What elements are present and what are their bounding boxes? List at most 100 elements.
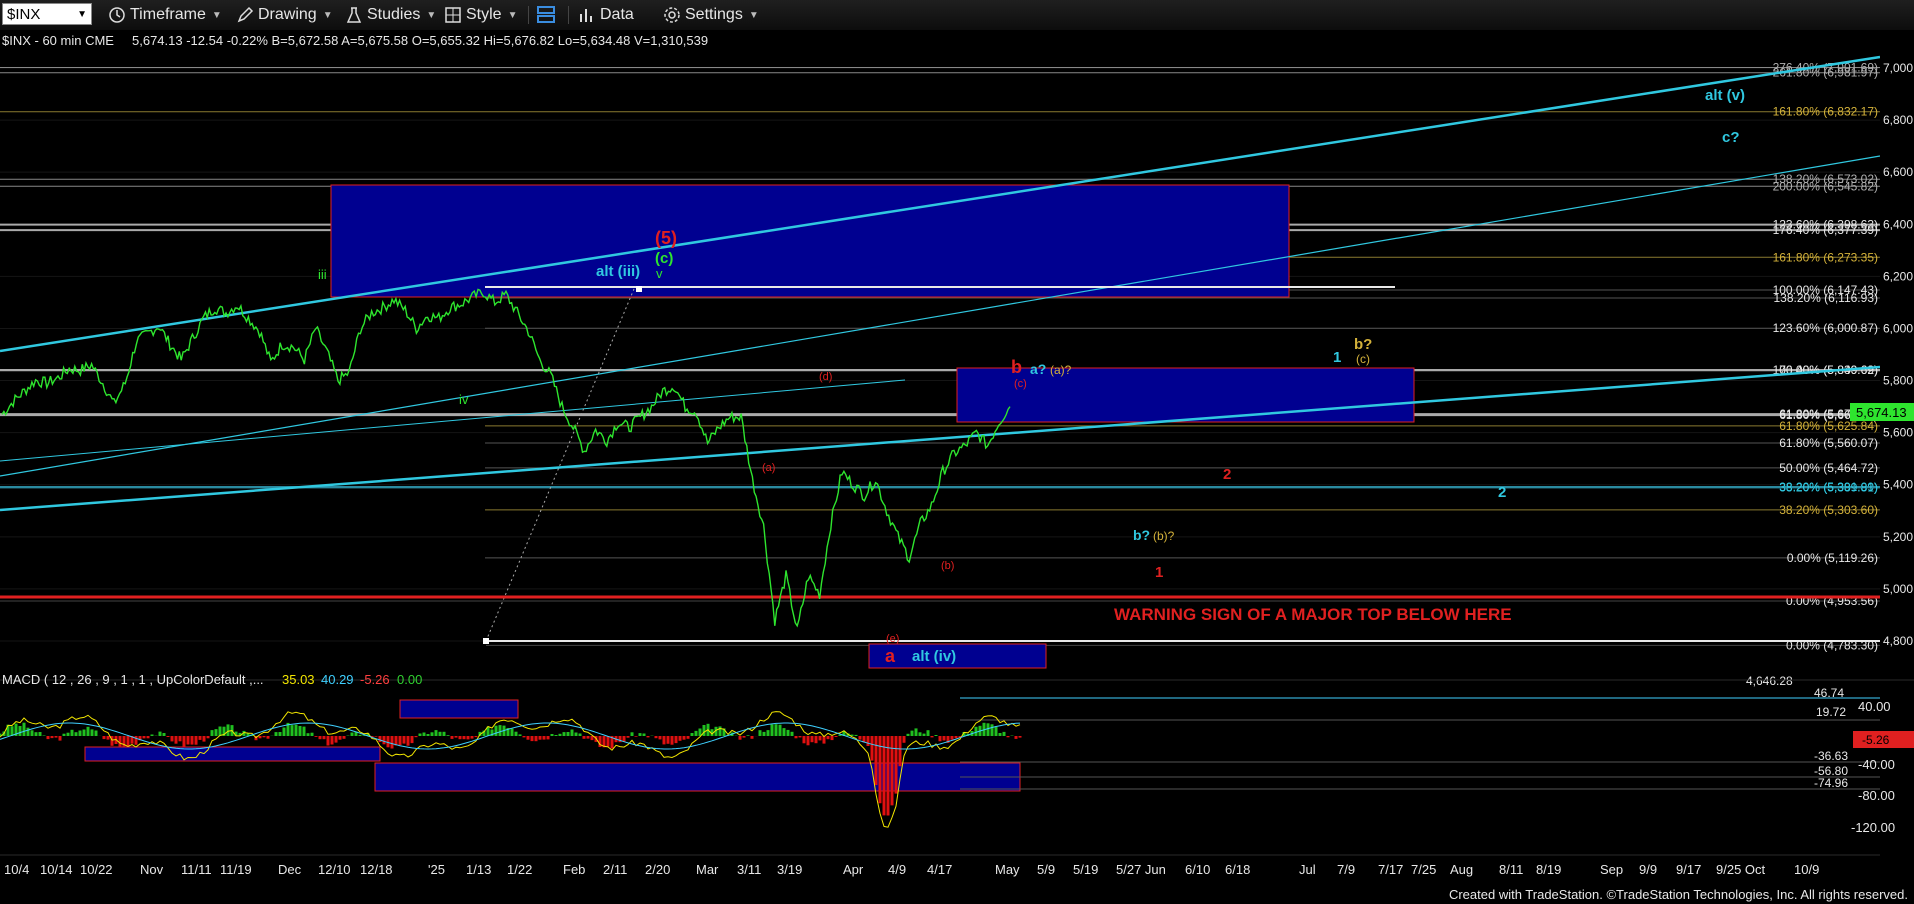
x-tick-label: Mar <box>696 862 719 877</box>
last-price-label: 5,674.13 <box>1856 405 1907 420</box>
x-tick-label: Feb <box>563 862 585 877</box>
settings-menu[interactable]: Settings ▼ <box>663 4 759 26</box>
x-tick-label: 11/19 <box>220 862 252 877</box>
timeframe-label: Timeframe <box>130 6 206 23</box>
price-axis <box>1880 30 1914 880</box>
macd-label: MACD ( 12 , 26 , 9 , 1 , 1 , UpColorDefa… <box>2 672 264 687</box>
x-tick-label: 4/17 <box>927 862 952 877</box>
macd-axis-label: -40.00 <box>1858 757 1895 772</box>
price-chart[interactable]: 276.40% (7,001.69)261.80% (6,981.97)161.… <box>0 30 1914 904</box>
x-tick-label: May <box>995 862 1020 877</box>
timeframe-menu[interactable]: Timeframe ▼ <box>108 4 222 26</box>
chevron-down-icon: ▼ <box>322 9 333 21</box>
symbol-input[interactable]: $INX ▼ <box>2 3 92 25</box>
chevron-down-icon: ▼ <box>426 9 437 21</box>
line-anchor[interactable] <box>636 286 642 292</box>
wave-label: b <box>1011 357 1022 377</box>
x-tick-label: 5/19 <box>1073 862 1098 877</box>
wave-label: (5) <box>655 228 677 248</box>
wave-label: (b)? <box>1153 529 1175 543</box>
y-tick-label: 4,800.00 <box>1883 634 1914 648</box>
x-tick-label: 10/9 <box>1794 862 1819 877</box>
style-menu[interactable]: Style ▼ <box>444 4 517 26</box>
wave-label: alt (iii) <box>596 263 640 280</box>
y-tick-label: 6,000.00 <box>1883 321 1914 335</box>
macd-axis-label: 40.00 <box>1858 699 1891 714</box>
y-tick-label: 6,600.00 <box>1883 165 1914 179</box>
wave-label: (c) <box>1014 378 1027 390</box>
wave-label: v <box>656 266 663 281</box>
macd-box-2 <box>84 746 381 762</box>
x-tick-label: 10/22 <box>80 862 113 877</box>
pencil-icon <box>237 6 254 23</box>
gear-icon <box>664 7 680 23</box>
x-tick-label: 9/25 Oct <box>1716 862 1766 877</box>
macd-axis-label: -120.00 <box>1851 820 1895 835</box>
x-tick-label: 12/18 <box>360 862 393 877</box>
x-tick-label: '25 <box>428 862 445 877</box>
fib-label: 138.20% (6,116.93) <box>1773 291 1878 305</box>
wave-label: a? <box>1030 361 1046 377</box>
x-tick-label: 3/19 <box>777 862 802 877</box>
wave-label: a <box>885 646 896 666</box>
x-tick-label: Dec <box>278 862 302 877</box>
wave-label: (e) <box>886 633 899 645</box>
macd-zero-value: 0.00 <box>397 672 422 687</box>
target-box-upper <box>330 184 1290 298</box>
data-menu[interactable]: Data <box>578 4 634 26</box>
x-tick-label: 7/9 <box>1337 862 1355 877</box>
wave-label: 2 <box>1498 484 1506 501</box>
macd-diff-value: -5.26 <box>360 672 390 687</box>
macd-signal-value: 40.29 <box>321 672 354 687</box>
wave-label: 2 <box>1223 466 1231 483</box>
x-tick-label: Aug <box>1450 862 1473 877</box>
x-tick-label: 7/17 <box>1378 862 1403 877</box>
macd-level-label: -74.96 <box>1814 776 1848 790</box>
data-label: Data <box>600 6 634 23</box>
wave-label: c? <box>1722 129 1740 146</box>
y-tick-label: 5,400.00 <box>1883 478 1914 492</box>
wave-label: (a) <box>762 462 775 474</box>
y-tick-label: 5,200.00 <box>1883 530 1914 544</box>
wave-label: 1 <box>1155 564 1163 581</box>
line-anchor[interactable] <box>483 638 489 644</box>
macd-box-1 <box>399 699 519 719</box>
x-tick-label: 5/9 <box>1037 862 1055 877</box>
studies-label: Studies <box>367 6 421 23</box>
layout-button[interactable] <box>536 4 560 26</box>
y-tick-label: 5,600.00 <box>1883 426 1914 440</box>
toolbar-divider <box>528 6 529 24</box>
studies-menu[interactable]: Studies ▼ <box>345 4 436 26</box>
x-tick-label: 2/20 <box>645 862 670 877</box>
symbol-label: $INX - 60 min CME <box>2 33 114 48</box>
y-tick-label: 7,000.00 <box>1883 61 1914 75</box>
layout-icon <box>537 6 555 23</box>
bar-chart-icon <box>580 9 592 22</box>
drawing-menu[interactable]: Drawing ▼ <box>236 4 333 26</box>
style-icon <box>445 7 461 23</box>
macd-level-label: 19.72 <box>1816 705 1846 719</box>
fib-label: 61.80% (5,625.84) <box>1779 419 1878 433</box>
x-tick-label: 4/9 <box>888 862 906 877</box>
wave-label: iv <box>459 392 469 407</box>
x-tick-label: 2/11 <box>603 862 627 877</box>
chevron-down-icon[interactable]: ▼ <box>77 9 87 20</box>
wave-label: alt (v) <box>1705 87 1745 104</box>
wave-label: 1 <box>1333 349 1341 366</box>
x-tick-label: 12/10 <box>318 862 351 877</box>
flask-icon <box>346 7 362 23</box>
target-box-middle <box>956 367 1415 423</box>
wave-label: (c) <box>655 250 673 267</box>
x-tick-label: 3/11 <box>737 862 761 877</box>
x-tick-label: 6/18 <box>1225 862 1250 877</box>
x-tick-label: Apr <box>843 862 864 877</box>
fib-label: 161.80% (6,273.35) <box>1773 250 1878 264</box>
macd-level-label: -36.63 <box>1814 749 1848 763</box>
chevron-down-icon: ▼ <box>507 9 518 21</box>
chevron-down-icon: ▼ <box>211 9 222 21</box>
x-tick-label: 5/27 Jun <box>1116 862 1166 877</box>
fib-label: 200.00% (6,545.82) <box>1773 179 1878 193</box>
x-tick-label: 6/10 <box>1185 862 1210 877</box>
fib-label: 123.60% (6,000.87) <box>1773 321 1878 335</box>
wave-label: (c) <box>1356 352 1370 366</box>
